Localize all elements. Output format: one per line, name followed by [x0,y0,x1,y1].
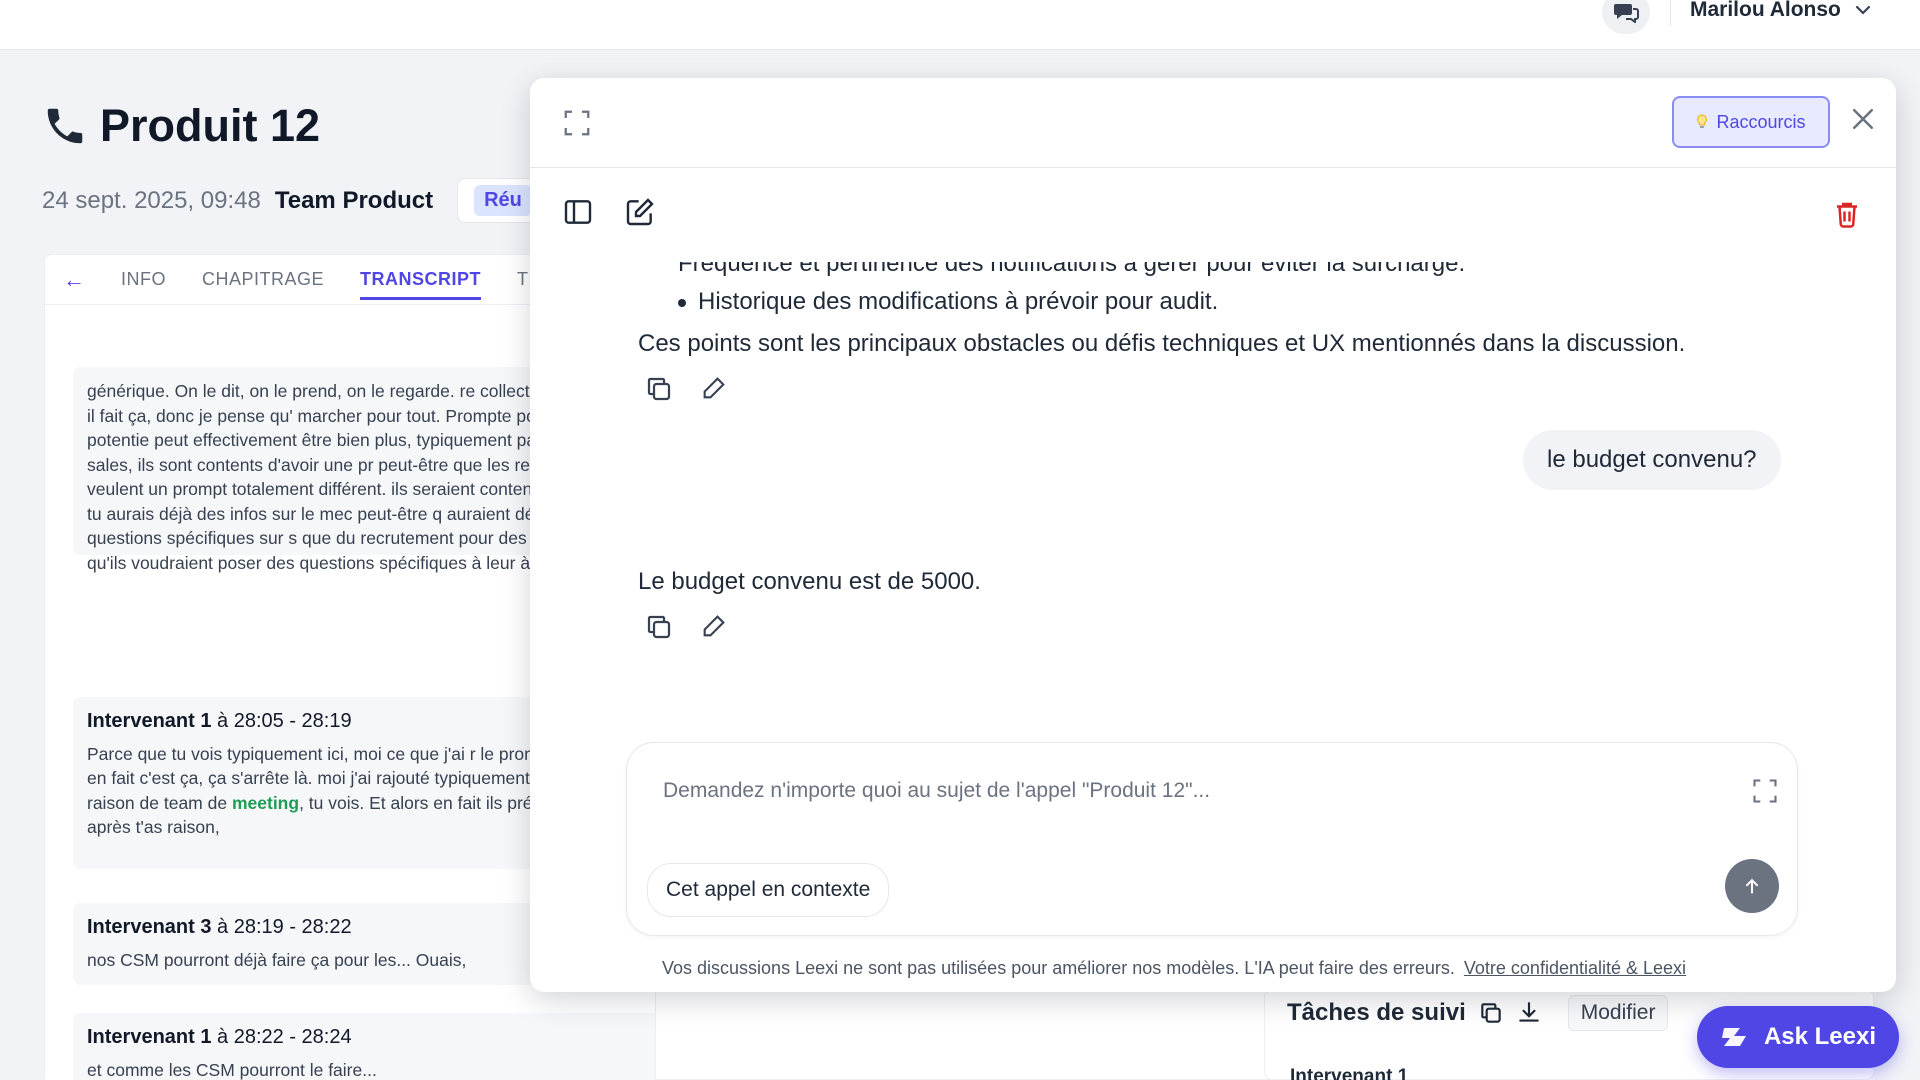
keyword-highlight[interactable]: meeting [232,793,299,813]
shortcuts-button[interactable]: Raccourcis [1672,96,1830,148]
followup-item: Intervenant 1 [1290,1066,1409,1080]
ai-bullet-partial: Fréquence et pertinence des notification… [678,250,1466,277]
back-arrow-icon[interactable]: ← [63,267,85,293]
user-menu[interactable]: Marilou Alonso [1690,0,1871,22]
context-button[interactable]: Cet appel en contexte [647,863,890,917]
lightbulb-icon [1697,114,1708,128]
tab-transcript[interactable]: TRANSCRIPT [360,257,482,302]
modify-button[interactable]: Modifier [1567,995,1669,1031]
chat-bubble-icon [1614,4,1639,23]
bullet-dot [678,299,686,307]
leexi-logo-icon [1721,1028,1746,1046]
ai-bullet-text: Historique des modifications à prévoir p… [698,288,1219,315]
panel-header: Raccourcis [530,78,1896,168]
download-icon[interactable] [1516,1000,1542,1026]
message-actions [644,612,728,642]
composer-input[interactable]: Demandez n'importe quoi au sujet de l'ap… [663,779,1210,803]
disclaimer-text: Vos discussions Leexi ne sont pas utilis… [662,958,1455,978]
phone-icon [47,108,83,144]
transcript-segment: Intervenant 1 à 28:22 - 28:24 et comme l… [73,1013,673,1080]
call-meta: 24 sept. 2025, 09:48 Team Product Réu [42,178,547,223]
ask-leexi-button[interactable]: Ask Leexi [1697,1006,1899,1068]
copy-icon[interactable] [644,612,674,642]
ask-leexi-label: Ask Leexi [1763,1023,1877,1050]
copy-icon[interactable] [1478,1000,1504,1026]
ai-bullet: Historique des modifications à prévoir p… [678,288,1218,316]
messages-button[interactable] [1602,0,1650,34]
trash-icon[interactable] [1832,198,1862,230]
expand-composer-icon[interactable] [1751,777,1779,805]
topbar-divider [1670,0,1671,26]
shortcuts-label: Raccourcis [1716,111,1806,132]
message-actions [644,374,728,404]
page-title: Produit 12 [42,100,320,152]
speaker-name: Intervenant 1 [87,710,212,732]
user-message: le budget convenu? [1523,430,1781,490]
assistant-panel: Raccourcis Fréquence et pertinence des n… [530,78,1896,992]
segment-time: à 28:05 - 28:19 [217,710,352,732]
call-date: 24 sept. 2025, 09:48 [42,186,261,214]
call-title: Produit 12 [100,100,321,151]
chevron-down-icon [1855,5,1870,15]
speaker-name: Intervenant 3 [87,916,212,938]
privacy-link[interactable]: Votre confidentialité & Leexi [1464,958,1686,978]
user-name: Marilou Alonso [1690,0,1841,21]
segment-text: et comme les CSM pourront le faire... [87,1059,377,1080]
edit-pencil-icon[interactable] [700,374,728,402]
edit-pencil-icon[interactable] [700,612,728,640]
arrow-up-icon [1746,878,1758,894]
privacy-disclaimer: Vos discussions Leexi ne sont pas utilis… [662,958,1686,979]
chat-composer[interactable]: Demandez n'importe quoi au sujet de l'ap… [626,742,1798,936]
segment-time: à 28:22 - 28:24 [217,1026,352,1048]
tab-chapitrage[interactable]: CHAPITRAGE [202,257,324,302]
new-chat-edit-icon[interactable] [624,196,656,228]
speaker-name: Intervenant 1 [87,1026,212,1048]
segment-time: à 28:19 - 28:22 [217,916,352,938]
middle-card [655,990,1295,1080]
ai-message: Ces points sont les principaux obstacles… [638,330,1686,357]
call-team: Team Product [274,186,434,214]
close-icon[interactable] [1848,104,1878,134]
fullscreen-icon[interactable] [562,108,592,138]
sidebar-toggle-icon[interactable] [562,196,594,228]
followup-title: Tâches de suivi [1287,999,1466,1026]
badge-label: Réu [474,185,532,216]
tab-info[interactable]: INFO [121,257,166,302]
followup-header: Tâches de suivi Modifier [1287,995,1669,1031]
send-button[interactable] [1725,859,1779,913]
top-bar: Marilou Alonso [0,0,1920,50]
copy-icon[interactable] [644,374,674,404]
panel-toolbar [562,196,656,228]
segment-header: Intervenant 1 à 28:22 - 28:24 [87,1025,659,1050]
ai-message: Le budget convenu est de 5000. [638,568,981,595]
